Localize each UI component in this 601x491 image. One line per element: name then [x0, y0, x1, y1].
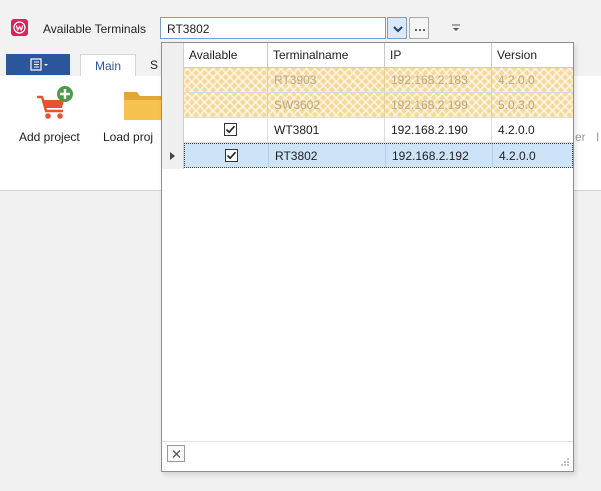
checkbox-checked-icon[interactable] — [225, 149, 238, 162]
available-terminals-label: Available Terminals — [43, 22, 146, 36]
chevron-down-icon — [393, 26, 403, 33]
version-cell: 4.2.0.0 — [499, 149, 536, 163]
version-cell: 4.2.0.0 — [498, 123, 535, 137]
terminalname-cell: RT3802 — [269, 144, 386, 168]
tab-main[interactable]: Main — [80, 54, 136, 76]
checkbox-checked-icon[interactable] — [224, 123, 237, 136]
file-menu-button[interactable] — [6, 54, 70, 75]
column-header-version[interactable]: Version — [492, 43, 573, 67]
ribbon-partial-label-2: I — [596, 130, 600, 144]
app-logo-icon[interactable] — [11, 19, 28, 36]
add-project-cart-icon[interactable] — [33, 83, 75, 125]
customize-quick-access-icon[interactable] — [449, 19, 463, 35]
table-row-selected[interactable]: RT3802 192.168.2.192 4.2.0.0 — [184, 143, 573, 168]
grid-header: Available Terminalname IP Version — [184, 43, 573, 68]
column-header-terminalname[interactable]: Terminalname — [268, 43, 385, 67]
clear-selection-button[interactable] — [167, 445, 185, 462]
terminal-dropdown-button[interactable] — [387, 17, 407, 39]
resize-grip-icon[interactable] — [560, 457, 570, 467]
terminalname-cell: RT3903 — [268, 68, 385, 92]
ip-cell: 192.168.2.199 — [385, 93, 492, 117]
ip-cell: 192.168.2.183 — [385, 68, 492, 92]
terminal-combobox-value: RT3802 — [167, 22, 210, 36]
ribbon-partial-label: er — [575, 130, 586, 144]
file-menu-icon — [30, 58, 48, 71]
current-row-arrow-icon — [170, 152, 175, 160]
available-cell[interactable] — [185, 144, 269, 168]
available-cell — [184, 68, 268, 92]
ellipsis-icon — [415, 29, 425, 31]
table-row[interactable]: SW3602 192.168.2.199 5.0.3.0 — [184, 93, 573, 118]
table-row[interactable]: WT3801 192.168.2.190 4.2.0.0 — [184, 118, 573, 143]
popup-footer-divider — [162, 441, 573, 442]
available-cell[interactable] — [184, 118, 268, 142]
close-icon — [172, 450, 181, 458]
column-header-ip[interactable]: IP — [385, 43, 492, 67]
terminalname-cell: SW3602 — [268, 93, 385, 117]
terminal-combobox[interactable]: RT3802 — [160, 17, 386, 39]
available-cell — [184, 93, 268, 117]
table-row[interactable]: RT3903 192.168.2.183 4.2.0.0 — [184, 68, 573, 93]
version-cell: 5.0.3.0 — [498, 98, 535, 112]
terminal-more-button[interactable] — [409, 17, 429, 39]
terminal-dropdown-popup: Available Terminalname IP Version RT3903… — [161, 42, 574, 472]
add-project-button[interactable]: Add project — [19, 130, 80, 144]
ip-cell: 192.168.2.192 — [386, 144, 493, 168]
ip-cell: 192.168.2.190 — [385, 118, 492, 142]
column-header-available[interactable]: Available — [184, 43, 268, 67]
folder-icon[interactable] — [122, 86, 162, 122]
version-cell: 4.2.0.0 — [498, 73, 535, 87]
terminalname-cell: WT3801 — [268, 118, 385, 142]
load-project-button[interactable]: Load proj — [103, 130, 153, 144]
